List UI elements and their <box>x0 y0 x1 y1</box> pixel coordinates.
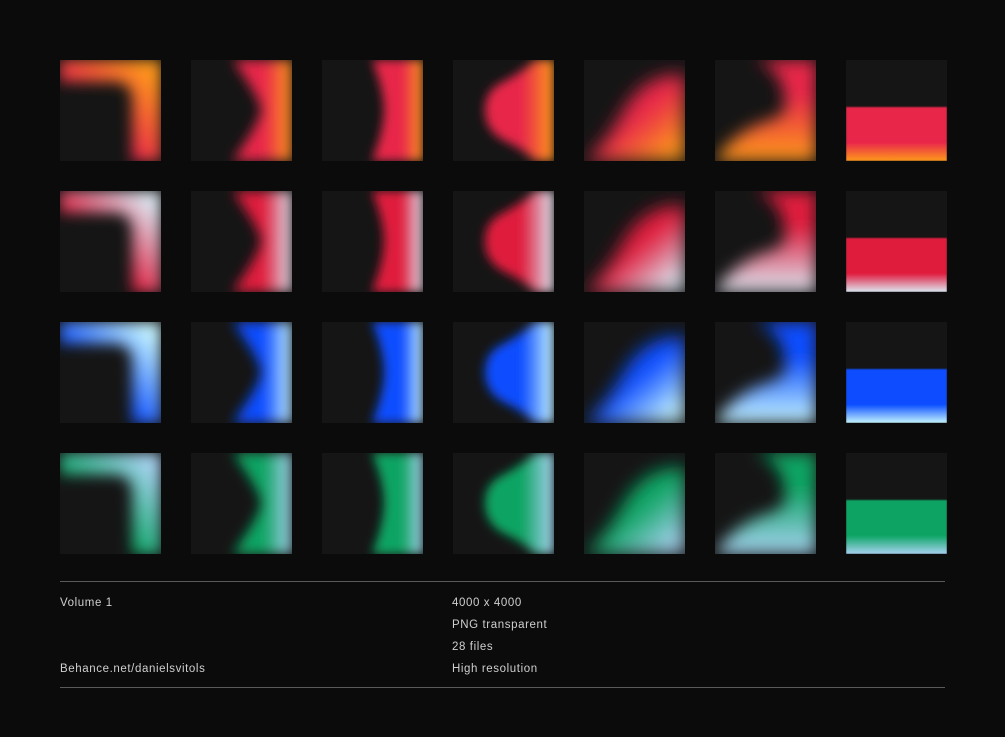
divider-bottom <box>60 687 945 688</box>
gradient-tile-pink-hook <box>715 191 816 292</box>
gradient-tile-orange-diagonal <box>584 60 685 161</box>
gradient-swatch <box>584 453 685 554</box>
gradient-grid <box>60 60 947 554</box>
gradient-tile-pink-corner <box>60 191 161 292</box>
gradient-tile-green-band <box>846 453 947 554</box>
gradient-swatch <box>191 191 292 292</box>
gradient-swatch <box>715 191 816 292</box>
gradient-swatch <box>846 191 947 292</box>
gradient-tile-blue-band <box>846 322 947 423</box>
gradient-tile-green-hook <box>715 453 816 554</box>
gradient-tile-orange-curve <box>322 60 423 161</box>
gradient-tile-pink-diagonal <box>584 191 685 292</box>
gradient-tile-pink-curve <box>322 191 423 292</box>
gradient-swatch <box>322 191 423 292</box>
gradient-tile-orange-chevron <box>191 60 292 161</box>
gradient-swatch <box>191 322 292 423</box>
gradient-swatch <box>584 191 685 292</box>
gradient-swatch <box>584 322 685 423</box>
gradient-tile-blue-curve <box>322 322 423 423</box>
gradient-shape <box>846 500 947 554</box>
gradient-swatch <box>60 60 161 161</box>
gradient-tile-green-diagonal <box>584 453 685 554</box>
resolution-spec: 4000 x 4000 <box>452 597 522 609</box>
gradient-swatch <box>453 191 554 292</box>
gradient-tile-green-chevron <box>191 453 292 554</box>
gradient-tile-pink-band <box>846 191 947 292</box>
gradient-tile-green-curve <box>322 453 423 554</box>
gradient-tile-blue-diagonal <box>584 322 685 423</box>
gradient-shape <box>846 238 947 292</box>
gradient-tile-pink-wave <box>453 191 554 292</box>
gradient-swatch <box>60 453 161 554</box>
gradient-tile-orange-band <box>846 60 947 161</box>
gradient-tile-pink-chevron <box>191 191 292 292</box>
gradient-swatch <box>60 322 161 423</box>
gradient-tile-blue-hook <box>715 322 816 423</box>
gradient-swatch <box>453 453 554 554</box>
gradient-swatch <box>322 322 423 423</box>
gradient-tile-blue-chevron <box>191 322 292 423</box>
behance-link[interactable]: Behance.net/danielsvitols <box>60 663 205 675</box>
volume-label: Volume 1 <box>60 597 113 609</box>
gradient-swatch <box>453 322 554 423</box>
gradient-tile-blue-corner <box>60 322 161 423</box>
gradient-swatch <box>191 60 292 161</box>
file-count-spec: 28 files <box>452 641 494 653</box>
gradient-shape <box>846 107 947 161</box>
gradient-swatch <box>715 60 816 161</box>
gradient-swatch <box>846 322 947 423</box>
quality-spec: High resolution <box>452 663 538 675</box>
gradient-shape <box>846 369 947 423</box>
gradient-tile-orange-hook <box>715 60 816 161</box>
gradient-tile-orange-wave <box>453 60 554 161</box>
gradient-swatch <box>846 60 947 161</box>
gradient-tile-green-corner <box>60 453 161 554</box>
gradient-swatch <box>322 60 423 161</box>
gradient-swatch <box>60 191 161 292</box>
gradient-tile-green-wave <box>453 453 554 554</box>
format-spec: PNG transparent <box>452 619 548 631</box>
gradient-swatch <box>453 60 554 161</box>
divider-top <box>60 581 945 582</box>
gradient-swatch <box>715 322 816 423</box>
gradient-swatch <box>715 453 816 554</box>
gradient-swatch <box>584 60 685 161</box>
gradient-tile-orange-corner <box>60 60 161 161</box>
gradient-swatch <box>846 453 947 554</box>
gradient-tile-blue-wave <box>453 322 554 423</box>
gradient-swatch <box>191 453 292 554</box>
gradient-swatch <box>322 453 423 554</box>
